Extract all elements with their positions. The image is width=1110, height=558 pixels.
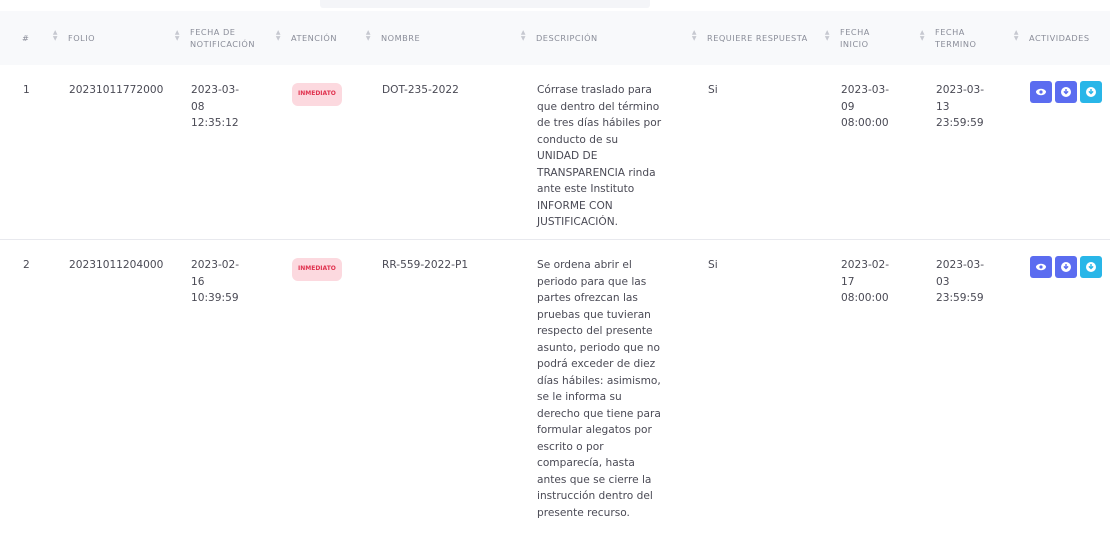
download-icon	[1085, 261, 1097, 273]
header-num[interactable]: #▲▼	[22, 11, 68, 65]
status-badge: INMEDIATO	[292, 258, 342, 281]
sort-icon[interactable]: ▲▼	[175, 30, 180, 42]
cell-requiere-respuesta: Si	[707, 240, 840, 558]
header-fecha-notificacion[interactable]: FECHA DE NOTIFICACIÓN▲▼	[190, 11, 291, 65]
cell-actividades	[1029, 240, 1110, 558]
cell-descripcion: Córrase traslado para que dentro del tér…	[536, 65, 707, 240]
cell-fecha-termino: 2023-03-03 23:59:59	[935, 240, 1029, 558]
status-badge: INMEDIATO	[292, 83, 342, 106]
download-icon	[1085, 86, 1097, 98]
header-requiere-respuesta[interactable]: REQUIERE RESPUESTA▲▼	[707, 11, 840, 65]
cell-folio: 20231011204000	[68, 240, 190, 558]
cell-nombre: RR-559-2022-P1	[381, 240, 536, 558]
header-folio[interactable]: FOLIO▲▼	[68, 11, 190, 65]
cell-spacer	[0, 240, 22, 558]
sort-icon[interactable]: ▲▼	[825, 30, 830, 42]
download-response-button[interactable]	[1080, 256, 1102, 278]
sort-icon[interactable]: ▲▼	[692, 30, 697, 42]
cell-fecha-inicio: 2023-03-09 08:00:00	[840, 65, 935, 240]
sort-icon[interactable]: ▲▼	[53, 30, 58, 42]
cell-atencion: INMEDIATO	[291, 240, 381, 558]
sort-icon[interactable]: ▲▼	[920, 30, 925, 42]
cell-fecha-termino: 2023-03-13 23:59:59	[935, 65, 1029, 240]
view-button[interactable]	[1030, 256, 1052, 278]
cell-fecha-inicio: 2023-02-17 08:00:00	[840, 240, 935, 558]
header-spacer	[0, 11, 22, 65]
top-search-bar-edge	[320, 0, 650, 8]
download-icon	[1060, 261, 1072, 273]
download-response-button[interactable]	[1080, 81, 1102, 103]
sort-icon[interactable]: ▲▼	[1014, 30, 1019, 42]
table-row: 1 20231011772000 2023-03-08 12:35:12 INM…	[0, 65, 1110, 240]
header-fecha-inicio[interactable]: FECHA INICIO▲▼	[840, 11, 935, 65]
cell-descripcion: Se ordena abrir el periodo para que las …	[536, 240, 707, 558]
header-fecha-termino[interactable]: FECHA TERMINO▲▼	[935, 11, 1029, 65]
download-icon	[1060, 86, 1072, 98]
header-nombre[interactable]: NOMBRE▲▼	[381, 11, 536, 65]
notifications-table: #▲▼ FOLIO▲▼ FECHA DE NOTIFICACIÓN▲▼ ATEN…	[0, 11, 1110, 558]
header-descripcion[interactable]: DESCRIPCIÓN▲▼	[536, 11, 707, 65]
cell-spacer	[0, 65, 22, 240]
action-buttons	[1030, 256, 1109, 278]
cell-nombre: DOT-235-2022	[381, 65, 536, 240]
sort-icon[interactable]: ▲▼	[366, 30, 371, 42]
cell-requiere-respuesta: Si	[707, 65, 840, 240]
cell-fecha-notificacion: 2023-03-08 12:35:12	[190, 65, 291, 240]
eye-icon	[1035, 261, 1047, 273]
eye-icon	[1035, 86, 1047, 98]
cell-folio: 20231011772000	[68, 65, 190, 240]
cell-num: 1	[22, 65, 68, 240]
sort-icon[interactable]: ▲▼	[521, 30, 526, 42]
header-atencion[interactable]: ATENCIÓN▲▼	[291, 11, 381, 65]
cell-atencion: INMEDIATO	[291, 65, 381, 240]
sort-icon[interactable]: ▲▼	[276, 30, 281, 42]
action-buttons	[1030, 81, 1109, 103]
view-button[interactable]	[1030, 81, 1052, 103]
cell-actividades	[1029, 65, 1110, 240]
table-header-row: #▲▼ FOLIO▲▼ FECHA DE NOTIFICACIÓN▲▼ ATEN…	[0, 11, 1110, 65]
cell-fecha-notificacion: 2023-02-16 10:39:59	[190, 240, 291, 558]
header-actividades: ACTIVIDADES	[1029, 11, 1110, 65]
download-button[interactable]	[1055, 81, 1077, 103]
cell-num: 2	[22, 240, 68, 558]
download-button[interactable]	[1055, 256, 1077, 278]
table-row: 2 20231011204000 2023-02-16 10:39:59 INM…	[0, 240, 1110, 558]
